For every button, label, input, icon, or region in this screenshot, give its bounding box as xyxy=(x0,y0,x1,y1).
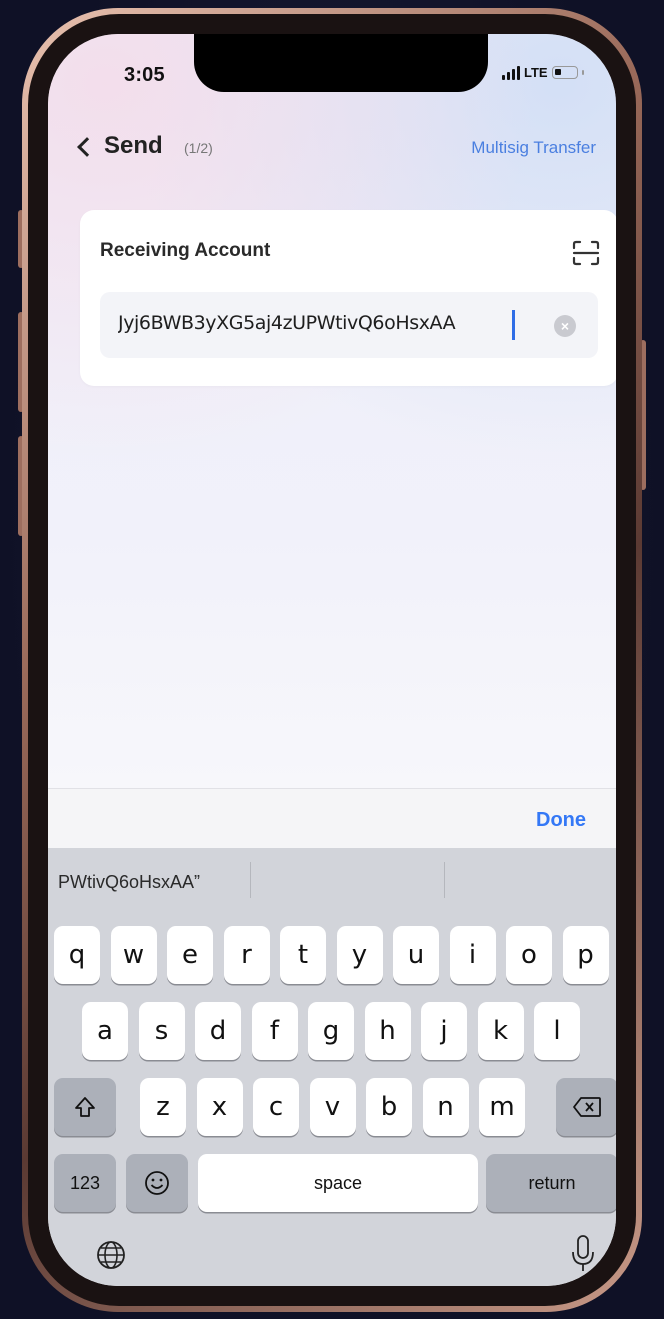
key-t[interactable]: t xyxy=(280,926,326,984)
space-key[interactable]: space xyxy=(198,1154,478,1212)
shift-icon[interactable] xyxy=(54,1078,116,1136)
key-i[interactable]: i xyxy=(449,926,496,984)
chevron-left-icon[interactable] xyxy=(77,137,97,157)
step-indicator: (1/2) xyxy=(184,140,213,156)
microphone-icon[interactable] xyxy=(570,1234,596,1274)
phone-bezel: 3:05 LTE Send (1/2) Multisig Transfer Re… xyxy=(28,14,636,1306)
key-a[interactable]: a xyxy=(82,1002,128,1060)
keyboard: PWtivQ6oHsxAA” qwertyuiop asdfghjkl zxcvbn… xyxy=(48,848,616,1286)
key-e[interactable]: e xyxy=(167,926,213,984)
key-w[interactable]: w xyxy=(110,926,157,984)
key-b[interactable]: b xyxy=(366,1078,412,1136)
suggestion-bar: PWtivQ6oHsxAA” xyxy=(48,848,616,914)
status-time: 3:05 xyxy=(124,64,165,86)
key-g[interactable]: g xyxy=(308,1002,354,1060)
key-m[interactable]: m xyxy=(479,1078,525,1136)
text-caret xyxy=(512,310,515,340)
screen: 3:05 LTE Send (1/2) Multisig Transfer Re… xyxy=(48,34,616,1286)
notch xyxy=(194,34,488,92)
battery-icon xyxy=(551,66,578,79)
clear-circle-icon[interactable]: × xyxy=(554,315,576,337)
nav-bar: Send (1/2) Multisig Transfer xyxy=(77,132,596,172)
key-v[interactable]: v xyxy=(309,1078,356,1136)
key-x[interactable]: x xyxy=(196,1078,243,1136)
key-s[interactable]: s xyxy=(138,1002,185,1060)
phone-frame: 3:05 LTE Send (1/2) Multisig Transfer Re… xyxy=(22,8,642,1312)
key-r[interactable]: r xyxy=(223,926,270,984)
key-d[interactable]: d xyxy=(195,1002,241,1060)
key-z[interactable]: z xyxy=(140,1078,186,1136)
key-h[interactable]: h xyxy=(364,1002,411,1060)
page-title[interactable]: Send xyxy=(104,132,163,160)
signal-icon xyxy=(502,65,520,80)
key-c[interactable]: c xyxy=(253,1078,299,1136)
return-key[interactable]: return xyxy=(486,1154,616,1212)
status-indicators: LTE xyxy=(502,65,584,80)
key-j[interactable]: j xyxy=(421,1002,467,1060)
key-f[interactable]: f xyxy=(251,1002,298,1060)
keyboard-accessory-bar: Done xyxy=(48,788,616,848)
done-button[interactable]: Done xyxy=(536,809,586,832)
network-type: LTE xyxy=(524,65,548,80)
key-n[interactable]: n xyxy=(422,1078,469,1136)
receiving-account-value[interactable]: Jyj6BWB3yXG5aj4zUPWtivQ6oHsxAA xyxy=(118,312,528,334)
numbers-key[interactable]: 123 xyxy=(54,1154,116,1212)
key-y[interactable]: y xyxy=(336,926,383,984)
key-p[interactable]: p xyxy=(562,926,609,984)
receiving-account-card: Receiving Account Jyj6BWB3yXG5aj4zUPWtiv… xyxy=(80,210,616,386)
globe-icon[interactable] xyxy=(96,1240,126,1270)
key-l[interactable]: l xyxy=(534,1002,580,1060)
scan-icon[interactable] xyxy=(572,240,600,266)
delete-icon[interactable] xyxy=(556,1078,616,1136)
key-k[interactable]: k xyxy=(477,1002,524,1060)
receiving-account-input[interactable]: Jyj6BWB3yXG5aj4zUPWtivQ6oHsxAA × xyxy=(100,292,598,358)
key-q[interactable]: q xyxy=(54,926,100,984)
emoji-icon[interactable] xyxy=(126,1154,188,1212)
multisig-transfer-link[interactable]: Multisig Transfer xyxy=(471,138,596,158)
key-o[interactable]: o xyxy=(506,926,552,984)
suggestion-item[interactable]: PWtivQ6oHsxAA” xyxy=(58,872,200,893)
key-u[interactable]: u xyxy=(393,926,439,984)
receiving-account-label: Receiving Account xyxy=(100,240,271,261)
